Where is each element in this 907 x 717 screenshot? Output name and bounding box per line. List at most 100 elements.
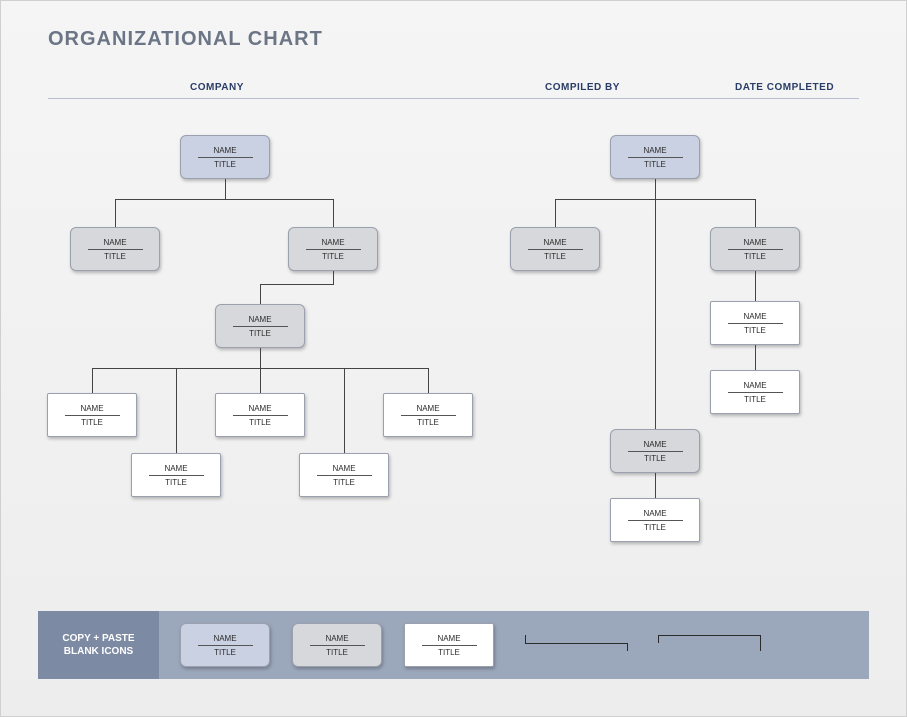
- org-node-title: TITLE: [744, 326, 766, 335]
- org-node-title: TITLE: [165, 478, 187, 487]
- connector: [333, 271, 334, 284]
- org-node-title: TITLE: [417, 418, 439, 427]
- org-node[interactable]: NAME TITLE: [710, 227, 800, 271]
- org-node-sep: [65, 415, 120, 416]
- org-node[interactable]: NAME TITLE: [710, 370, 800, 414]
- connector: [92, 368, 93, 393]
- org-node-right-root[interactable]: NAME TITLE: [610, 135, 700, 179]
- org-node-sep: [310, 645, 365, 646]
- org-node-sep: [306, 249, 361, 250]
- org-node-name: NAME: [543, 238, 566, 247]
- org-node-name: NAME: [743, 312, 766, 321]
- org-node-title: TITLE: [104, 252, 126, 261]
- connector-icon-step[interactable]: [658, 635, 761, 655]
- org-node-name: NAME: [80, 404, 103, 413]
- connector: [755, 345, 756, 370]
- org-node[interactable]: NAME TITLE: [299, 453, 389, 497]
- org-node-name: NAME: [643, 146, 666, 155]
- org-node-title: TITLE: [214, 160, 236, 169]
- org-node-name: NAME: [416, 404, 439, 413]
- connector: [260, 348, 261, 368]
- footer-bar: COPY + PASTE BLANK ICONS NAME TITLE NAME…: [38, 611, 869, 679]
- org-node-sep: [88, 249, 143, 250]
- connector-icon-horizontal[interactable]: [525, 635, 628, 655]
- org-node[interactable]: NAME TITLE: [510, 227, 600, 271]
- org-node-title: TITLE: [644, 454, 666, 463]
- connector: [260, 368, 261, 393]
- connector: [344, 368, 345, 453]
- org-node-sep: [422, 645, 477, 646]
- org-node-name: NAME: [332, 464, 355, 473]
- connector: [755, 199, 756, 227]
- org-node-sep: [728, 249, 783, 250]
- connector: [115, 199, 116, 227]
- connector: [655, 473, 656, 498]
- org-node[interactable]: NAME TITLE: [610, 498, 700, 542]
- connector: [755, 271, 756, 301]
- org-node-name: NAME: [248, 404, 271, 413]
- org-node-sep: [198, 157, 253, 158]
- org-node[interactable]: NAME TITLE: [70, 227, 160, 271]
- org-node[interactable]: NAME TITLE: [288, 227, 378, 271]
- org-node-name: NAME: [248, 315, 271, 324]
- org-node-name: NAME: [325, 634, 348, 643]
- org-node-sep: [628, 157, 683, 158]
- org-node-sep: [728, 392, 783, 393]
- connector: [225, 179, 226, 199]
- org-node-sep: [198, 645, 253, 646]
- header-company: COMPANY: [190, 82, 244, 93]
- org-node[interactable]: NAME TITLE: [215, 393, 305, 437]
- org-node-sep: [628, 520, 683, 521]
- org-node-name: NAME: [213, 146, 236, 155]
- org-node-title: TITLE: [644, 523, 666, 532]
- org-node-name: NAME: [321, 238, 344, 247]
- connector: [115, 199, 333, 200]
- org-node[interactable]: NAME TITLE: [215, 304, 305, 348]
- legend-blue[interactable]: NAME TITLE: [179, 623, 271, 667]
- connector: [333, 199, 334, 227]
- org-node[interactable]: NAME TITLE: [131, 453, 221, 497]
- footer-label: COPY + PASTE BLANK ICONS: [38, 611, 159, 679]
- org-node-sep: [401, 415, 456, 416]
- org-node-name: NAME: [743, 381, 766, 390]
- org-node-name: NAME: [164, 464, 187, 473]
- org-node-title: TITLE: [644, 160, 666, 169]
- org-node-left-root[interactable]: NAME TITLE: [180, 135, 270, 179]
- connector: [428, 368, 429, 393]
- org-node-title: TITLE: [214, 648, 236, 657]
- org-node-title: TITLE: [438, 648, 460, 657]
- header-rule: [48, 98, 859, 99]
- org-node[interactable]: NAME TITLE: [610, 429, 700, 473]
- org-node[interactable]: NAME TITLE: [47, 393, 137, 437]
- org-node-sep: [528, 249, 583, 250]
- org-node-name: NAME: [437, 634, 460, 643]
- legend-grey[interactable]: NAME TITLE: [291, 623, 383, 667]
- org-node-title: TITLE: [744, 252, 766, 261]
- org-node-name: NAME: [213, 634, 236, 643]
- connector: [260, 284, 334, 285]
- org-node-sep: [728, 323, 783, 324]
- org-node-sep: [317, 475, 372, 476]
- org-node-name: NAME: [643, 509, 666, 518]
- org-node-sep: [233, 415, 288, 416]
- org-node[interactable]: NAME TITLE: [710, 301, 800, 345]
- org-node-sep: [233, 326, 288, 327]
- page-title: ORGANIZATIONAL CHART: [48, 28, 323, 51]
- connector: [260, 284, 261, 304]
- org-node-title: TITLE: [249, 329, 271, 338]
- org-node-sep: [628, 451, 683, 452]
- org-node-title: TITLE: [333, 478, 355, 487]
- org-node-name: NAME: [643, 440, 666, 449]
- connector: [655, 179, 656, 199]
- org-node-name: NAME: [103, 238, 126, 247]
- connector: [555, 199, 556, 227]
- org-node-title: TITLE: [544, 252, 566, 261]
- connector: [176, 368, 177, 453]
- org-node[interactable]: NAME TITLE: [383, 393, 473, 437]
- legend-white[interactable]: NAME TITLE: [403, 623, 495, 667]
- connector: [655, 199, 656, 429]
- org-node-title: TITLE: [322, 252, 344, 261]
- header-date-completed: DATE COMPLETED: [735, 82, 834, 93]
- org-node-title: TITLE: [744, 395, 766, 404]
- page: ORGANIZATIONAL CHART COMPANY COMPILED BY…: [0, 0, 907, 717]
